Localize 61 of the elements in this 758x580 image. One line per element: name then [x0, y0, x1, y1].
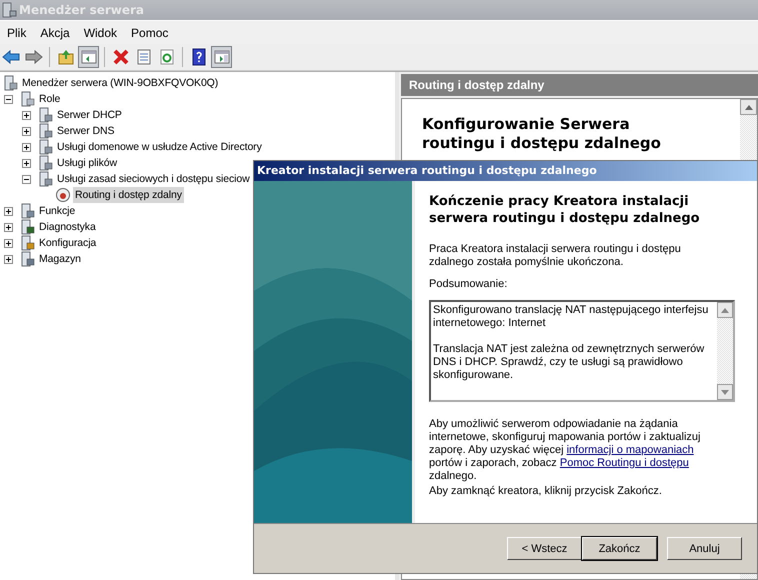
tree-item[interactable]: Funkcje [37, 203, 78, 219]
menu-item[interactable]: Plik [1, 24, 32, 42]
server-icon [19, 203, 35, 219]
dialog-button[interactable]: Anuluj [667, 537, 742, 560]
dialog-title: Kreator instalacji serwera routingu i dostępu zdalnego [254, 161, 757, 181]
tree-item[interactable]: Routing i dostęp zdalny [73, 187, 184, 203]
summary-box[interactable]: Skonfigurowano translację NAT następującego interfejsu internetowego: Internet Translacja NAT jest zależna od zewnętrznych serwerów DNS i DHCP. Sprawdź, czy te usługi są prawidłowo skonfigurowane. [429, 300, 735, 402]
tree-item[interactable]: Diagnostyka [37, 219, 98, 235]
server-icon [19, 251, 35, 267]
server-icon [37, 139, 53, 155]
info-paragraph: Aby umożliwić serwerom odpowiadanie na żądania internetowe, skonfiguruj mapowania portów i zaktualizuj zaporę. Aby uzyskać więcej informacji o mapowaniach portów i zaporach, zobacz Pomoc Routingu i dostępu zdalnego. [429, 418, 702, 483]
tree-item[interactable]: Konfiguracja [37, 235, 98, 251]
server-icon [37, 171, 53, 187]
expand-toggle[interactable] [22, 126, 31, 136]
tree-item[interactable]: Role [37, 91, 62, 107]
server-icon [19, 91, 35, 107]
tree-item[interactable]: Usługi domenowe w usłudze Active Directory [55, 139, 264, 155]
tree-item[interactable]: Serwer DNS [55, 123, 116, 139]
tree-item[interactable]: Magazyn [37, 251, 83, 267]
toolbar-button[interactable] [78, 46, 99, 68]
server-icon [2, 75, 18, 91]
close-hint: Aby zamknąć kreatora, kliknij przycisk Zakończ. [429, 485, 663, 498]
server-icon [37, 123, 53, 139]
help-link[interactable]: Pomoc Routingu i dostępu [560, 457, 689, 469]
dialog-button[interactable]: Zakończ [582, 537, 657, 560]
server-icon [37, 155, 53, 171]
scroll-up-icon[interactable] [717, 302, 733, 318]
expand-toggle[interactable] [4, 206, 13, 216]
menu-item[interactable]: Widok [78, 24, 124, 42]
server-icon [37, 107, 53, 123]
menu-item[interactable]: Pomoc [125, 24, 174, 42]
help-link[interactable]: informacji o mapowaniach [566, 444, 694, 456]
toolbar-button[interactable] [211, 46, 232, 68]
tree-item[interactable]: Menedżer serwera (WIN-9OBXFQVOK0Q) [20, 75, 220, 91]
server-icon [1, 2, 17, 18]
server-icon [19, 219, 35, 235]
page-heading: Konfigurowanie Serwera routingu i dostępu zdalnego [422, 115, 662, 153]
summary-text: Skonfigurowano translację NAT następującego interfejsu internetowego: Internet [433, 304, 710, 330]
server-icon [19, 235, 35, 251]
expand-toggle[interactable] [22, 174, 31, 184]
expand-toggle[interactable] [4, 222, 13, 232]
expand-toggle[interactable] [4, 254, 13, 264]
summary-text: Translacja NAT jest zależna od zewnętrznych serwerów DNS i DHCP. Sprawdź, czy te usługi są prawidłowo skonfigurowane. [433, 343, 706, 382]
expand-toggle[interactable] [22, 142, 31, 152]
scroll-up-icon[interactable] [740, 99, 757, 115]
expand-toggle[interactable] [4, 238, 13, 248]
intro-text: Praca Kreatora instalacji serwera routingu i dostępu zdalnego została pomyślnie ukończona. [429, 243, 682, 269]
scroll-down-icon[interactable] [717, 384, 733, 400]
tree-item[interactable]: Usługi zasad sieciowych i dostępu sieciow [55, 171, 252, 187]
tree-item[interactable]: Serwer DHCP [55, 107, 124, 123]
window-title: Menedżer serwera [19, 3, 144, 17]
dialog-button[interactable]: < Wstecz [507, 537, 582, 560]
expand-toggle[interactable] [22, 110, 31, 120]
expand-toggle[interactable] [4, 94, 13, 104]
menu-item[interactable]: Akcja [34, 24, 76, 42]
pane-header: Routing i dostęp zdalny [401, 74, 758, 96]
dialog-heading: Kończenie pracy Kreatora instalacji serwera routingu i dostępu zdalnego [429, 193, 701, 227]
expand-toggle[interactable] [22, 158, 31, 168]
disk-icon [55, 187, 71, 203]
tree-item[interactable]: Usługi plików [55, 155, 119, 171]
summary-label: Podsumowanie: [429, 278, 508, 291]
